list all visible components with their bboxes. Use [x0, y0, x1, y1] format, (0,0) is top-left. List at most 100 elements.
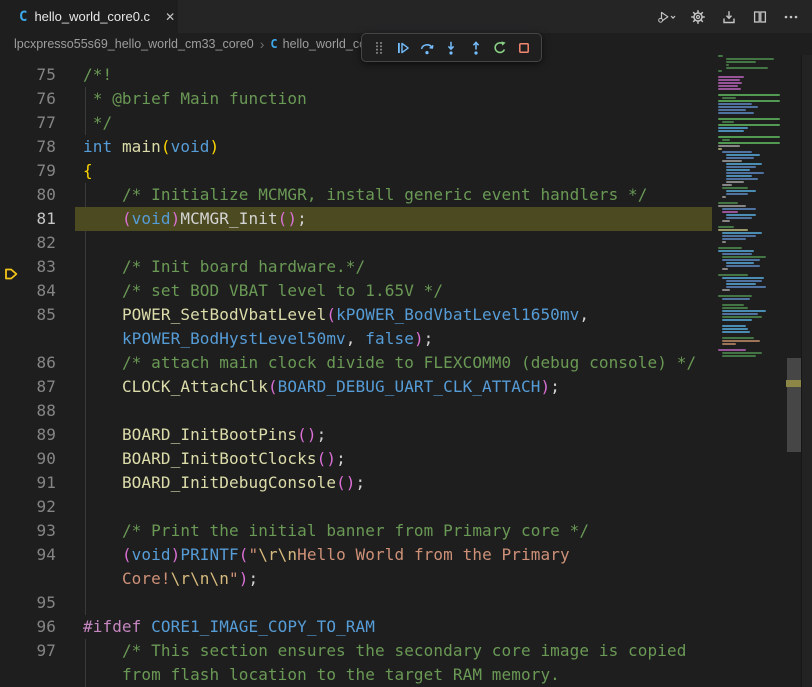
tab-hello-world-core0[interactable]: C hello_world_core0.c ✕ — [0, 0, 178, 33]
line-number[interactable]: 94 — [0, 543, 56, 567]
code-line[interactable]: 81 (void)MCMGR_Init(); — [0, 207, 716, 231]
minimap-line — [726, 169, 750, 171]
tab-bar: C hello_world_core0.c ✕ — [0, 0, 812, 33]
debug-toolbar — [361, 33, 542, 62]
line-number[interactable] — [0, 327, 56, 351]
minimap-line — [718, 250, 754, 252]
code-line[interactable]: 93 /* Print the initial banner from Prim… — [0, 519, 716, 543]
line-number[interactable]: 97 — [0, 639, 56, 663]
minimap-line — [726, 61, 756, 63]
code-line[interactable]: 82 — [0, 231, 716, 255]
line-number[interactable] — [0, 663, 56, 687]
minimap-line — [718, 205, 746, 207]
minimap-line — [722, 289, 730, 291]
line-number[interactable]: 92 — [0, 495, 56, 519]
code-line[interactable]: 94 (void)PRINTF("\r\nHello World from th… — [0, 543, 716, 567]
minimap-line — [726, 166, 756, 168]
more-actions-icon[interactable] — [780, 6, 802, 28]
code-line[interactable]: 91 BOARD_InitDebugConsole(); — [0, 471, 716, 495]
line-number[interactable]: 91 — [0, 471, 56, 495]
line-number[interactable]: 80 — [0, 183, 56, 207]
code-line[interactable]: 86 /* attach main clock divide to FLEXCO… — [0, 351, 716, 375]
split-editor-icon[interactable] — [749, 6, 771, 28]
code-line[interactable]: 85 POWER_SetBodVbatLevel(kPOWER_BodVbatL… — [0, 303, 716, 327]
code-line[interactable]: 90 BOARD_InitBootClocks(); — [0, 447, 716, 471]
code-line[interactable]: 78int main(void) — [0, 135, 716, 159]
line-number[interactable]: 81 — [0, 207, 56, 231]
line-number[interactable]: 87 — [0, 375, 56, 399]
scrollbar-slider[interactable] — [787, 358, 801, 452]
flash-download-icon[interactable] — [718, 6, 740, 28]
code-line[interactable]: 80 /* Initialize MCMGR, install generic … — [0, 183, 716, 207]
vertical-scrollbar[interactable] — [786, 55, 801, 687]
minimap-line — [718, 226, 734, 228]
line-number[interactable]: 95 — [0, 591, 56, 615]
line-number[interactable]: 78 — [0, 135, 56, 159]
line-number[interactable]: 96 — [0, 615, 56, 639]
code-line[interactable]: kPOWER_BodHystLevel50mv, false); — [0, 327, 716, 351]
code-rows: 75/*!76 * @brief Main function77 */78int… — [0, 63, 716, 687]
line-number[interactable] — [0, 567, 56, 591]
line-number[interactable]: 77 — [0, 111, 56, 135]
code-line[interactable]: 83 /* Init board hardware.*/ — [0, 255, 716, 279]
minimap-line — [718, 103, 752, 105]
minimap-line — [722, 337, 754, 339]
code-line[interactable]: 79{ — [0, 159, 716, 183]
line-number[interactable]: 90 — [0, 447, 56, 471]
minimap-line — [722, 277, 764, 279]
code-line[interactable]: Core!\r\n\n"); — [0, 567, 716, 591]
minimap-line — [726, 58, 774, 60]
minimap[interactable] — [716, 55, 786, 687]
debug-step-into-button[interactable] — [440, 37, 462, 59]
line-number[interactable]: 86 — [0, 351, 56, 375]
code-line[interactable]: 95 — [0, 591, 716, 615]
debug-continue-button[interactable] — [392, 37, 414, 59]
line-number[interactable]: 89 — [0, 423, 56, 447]
code-line[interactable]: 76 * @brief Main function — [0, 87, 716, 111]
run-or-debug-button[interactable] — [656, 6, 678, 28]
code-line[interactable]: 88 — [0, 399, 716, 423]
code-line[interactable]: from flash location to the target RAM me… — [0, 663, 716, 687]
debug-stop-button[interactable] — [513, 37, 535, 59]
minimap-line — [726, 178, 758, 180]
minimap-line — [722, 256, 766, 258]
minimap-line — [722, 313, 758, 315]
code-line[interactable]: 84 /* set BOD VBAT level to 1.65V */ — [0, 279, 716, 303]
minimap-line — [722, 151, 752, 153]
minimap-line — [718, 202, 738, 204]
code-line[interactable]: 87 CLOCK_AttachClk(BOARD_DEBUG_UART_CLK_… — [0, 375, 716, 399]
line-number[interactable]: 85 — [0, 303, 56, 327]
code-line[interactable]: 77 */ — [0, 111, 716, 135]
code-text: /*! — [83, 63, 112, 87]
debug-step-over-button[interactable] — [416, 37, 438, 59]
settings-gear-icon[interactable] — [687, 6, 709, 28]
line-number[interactable]: 76 — [0, 87, 56, 111]
code-text: /* Initialize MCMGR, install generic eve… — [83, 183, 648, 207]
line-number[interactable]: 82 — [0, 231, 56, 255]
close-tab-icon[interactable]: ✕ — [165, 11, 175, 23]
line-number[interactable]: 84 — [0, 279, 56, 303]
code-line[interactable]: 75 /*! — [0, 63, 716, 87]
line-number[interactable]: 93 — [0, 519, 56, 543]
breadcrumb-folder[interactable]: lpcxpresso55s69_hello_world_cm33_core0 — [14, 37, 254, 51]
code-line[interactable]: 96#ifdef CORE1_IMAGE_COPY_TO_RAM — [0, 615, 716, 639]
minimap-line — [718, 106, 758, 108]
code-editor[interactable]: 75/*!76 * @brief Main function77 */78int… — [0, 55, 716, 687]
minimap-line — [718, 124, 780, 126]
code-text: (void)MCMGR_Init(); — [83, 207, 307, 231]
minimap-line — [722, 220, 730, 222]
code-line[interactable]: 97 /* This section ensures the secondary… — [0, 639, 716, 663]
minimap-line — [726, 157, 754, 159]
minimap-line — [718, 88, 741, 90]
line-number[interactable]: 75 — [0, 63, 56, 87]
code-line[interactable]: 89 BOARD_InitBootPins(); — [0, 423, 716, 447]
code-line[interactable]: 92 — [0, 495, 716, 519]
line-number[interactable]: 79 — [0, 159, 56, 183]
code-text: * @brief Main function — [83, 87, 307, 111]
debug-restart-button[interactable] — [489, 37, 511, 59]
code-text: POWER_SetBodVbatLevel(kPOWER_BodVbatLeve… — [83, 303, 589, 327]
debug-toolbar-drag-handle[interactable] — [368, 37, 390, 59]
line-number[interactable]: 88 — [0, 399, 56, 423]
minimap-line — [718, 274, 748, 276]
debug-step-out-button[interactable] — [465, 37, 487, 59]
